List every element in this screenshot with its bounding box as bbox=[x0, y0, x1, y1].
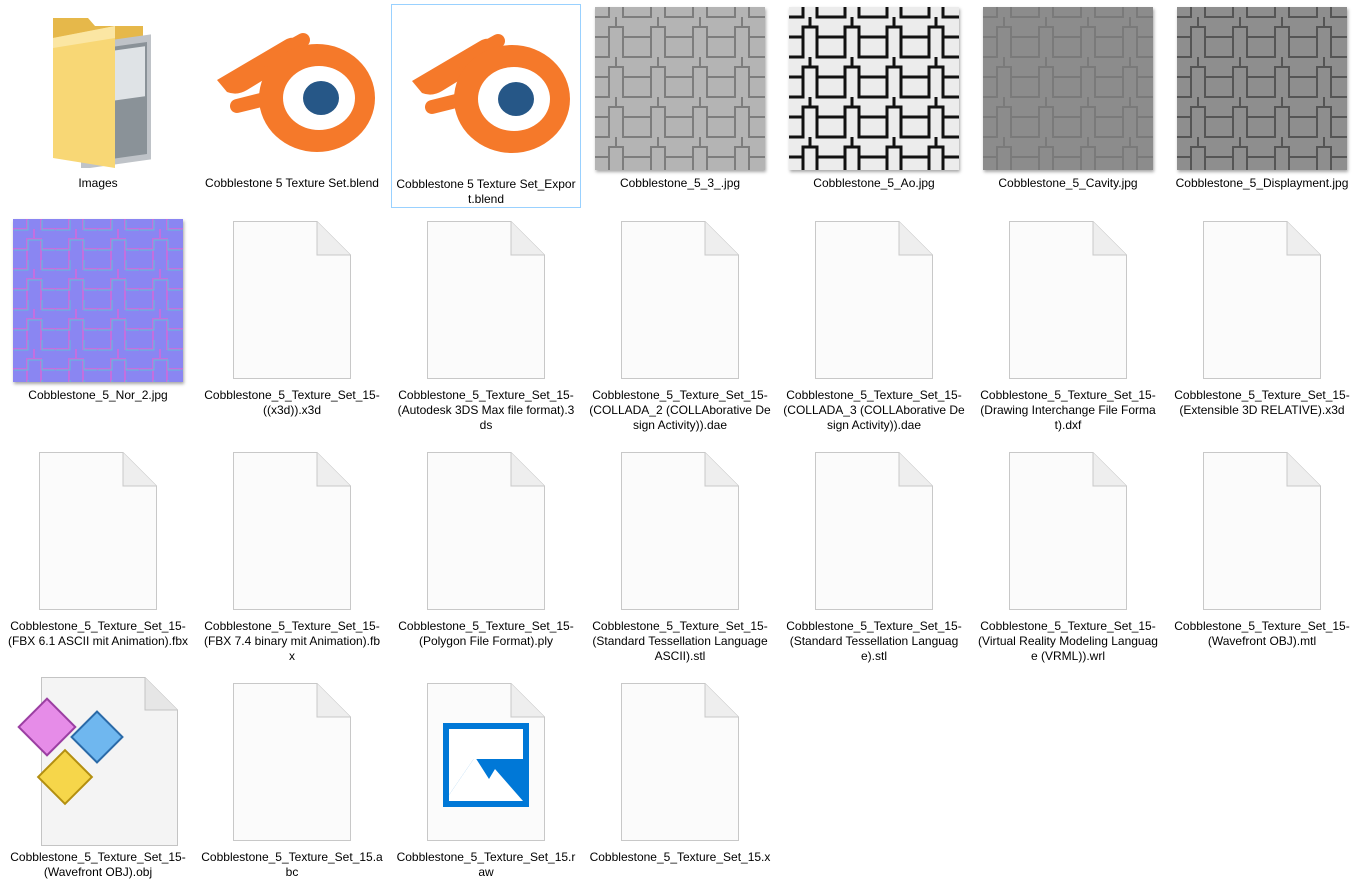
file-name-label: Cobblestone_5_Texture_Set_15-(COLLADA_2 … bbox=[589, 388, 771, 432]
file-name-label: Cobblestone 5 Texture Set_Export.blend bbox=[396, 177, 576, 206]
file-name-label: Cobblestone_5_Texture_Set_15-(Wavefront … bbox=[1174, 619, 1350, 648]
file-name-label: Cobblestone_5_Texture_Set_15-((x3d)).x3d bbox=[204, 388, 380, 417]
texture-cavity-thumbnail bbox=[973, 4, 1163, 172]
texture-normal-thumbnail bbox=[3, 216, 193, 384]
file-item-abc[interactable]: Cobblestone_5_Texture_Set_15.abc bbox=[197, 678, 387, 887]
file-item-ply[interactable]: Cobblestone_5_Texture_Set_15-(Polygon Fi… bbox=[391, 447, 581, 677]
file-item-texture-normal[interactable]: Cobblestone_5_Nor_2.jpg bbox=[3, 216, 193, 446]
blank-document-icon bbox=[3, 447, 193, 615]
file-name-label: Cobblestone_5_Texture_Set_15-(Standard T… bbox=[592, 619, 768, 663]
blank-document-icon bbox=[197, 678, 387, 846]
file-name-label: Cobblestone_5_Texture_Set_15-(Standard T… bbox=[786, 619, 962, 663]
3d-object-document-icon bbox=[3, 677, 193, 846]
blank-document-icon bbox=[973, 216, 1163, 384]
file-name-label: Cobblestone_5_Texture_Set_15-(Wavefront … bbox=[10, 850, 186, 879]
file-name-label: Cobblestone_5_Texture_Set_15-(FBX 7.4 bi… bbox=[203, 619, 381, 663]
file-name-label: Cobblestone_5_Cavity.jpg bbox=[998, 176, 1138, 190]
blank-document-icon bbox=[197, 216, 387, 384]
file-item-texture-color[interactable]: Cobblestone_5_3_.jpg bbox=[585, 4, 775, 234]
file-item-texture-displacement[interactable]: Cobblestone_5_Displayment.jpg bbox=[1167, 4, 1357, 234]
folder-icon bbox=[3, 4, 193, 172]
file-item-raw[interactable]: Cobblestone_5_Texture_Set_15.raw bbox=[391, 678, 581, 887]
file-item-dae-3[interactable]: Cobblestone_5_Texture_Set_15-(COLLADA_3 … bbox=[779, 216, 969, 446]
file-name-label: Cobblestone_5_Displayment.jpg bbox=[1175, 176, 1349, 190]
texture-displacement-thumbnail bbox=[1167, 4, 1357, 172]
blank-document-icon bbox=[197, 447, 387, 615]
blank-document-icon bbox=[585, 216, 775, 384]
file-item-blend[interactable]: Cobblestone 5 Texture Set.blend bbox=[197, 4, 387, 234]
blender-icon bbox=[392, 5, 582, 173]
blank-document-icon bbox=[779, 447, 969, 615]
blank-document-icon bbox=[779, 216, 969, 384]
texture-ao-thumbnail bbox=[779, 4, 969, 172]
blank-document-icon bbox=[585, 678, 775, 846]
file-name-label: Cobblestone_5_Texture_Set_15.x bbox=[589, 850, 771, 864]
file-item-dxf[interactable]: Cobblestone_5_Texture_Set_15-(Drawing In… bbox=[973, 216, 1163, 446]
file-item-dae-2[interactable]: Cobblestone_5_Texture_Set_15-(COLLADA_2 … bbox=[585, 216, 775, 446]
file-item-stl[interactable]: Cobblestone_5_Texture_Set_15-(Standard T… bbox=[779, 447, 969, 677]
blank-document-icon bbox=[391, 216, 581, 384]
file-item-obj[interactable]: Cobblestone_5_Texture_Set_15-(Wavefront … bbox=[3, 677, 193, 887]
file-item-fbx-61[interactable]: Cobblestone_5_Texture_Set_15-(FBX 6.1 AS… bbox=[3, 447, 193, 677]
blank-document-icon bbox=[973, 447, 1163, 615]
file-item-x3d-relative[interactable]: Cobblestone_5_Texture_Set_15-(Extensible… bbox=[1167, 216, 1357, 446]
file-name-label: Cobblestone_5_Ao.jpg bbox=[813, 176, 935, 190]
blender-icon bbox=[197, 4, 387, 172]
file-name-label: Cobblestone 5 Texture Set.blend bbox=[205, 176, 379, 190]
file-item-mtl[interactable]: Cobblestone_5_Texture_Set_15-(Wavefront … bbox=[1167, 447, 1357, 677]
file-name-label: Cobblestone_5_Texture_Set_15-(COLLADA_3 … bbox=[783, 388, 965, 432]
blank-document-icon bbox=[1167, 216, 1357, 384]
file-name-label: Cobblestone_5_Texture_Set_15-(Virtual Re… bbox=[978, 619, 1158, 663]
blank-document-icon bbox=[391, 447, 581, 615]
file-item-stl-ascii[interactable]: Cobblestone_5_Texture_Set_15-(Standard T… bbox=[585, 447, 775, 677]
blank-document-icon bbox=[1167, 447, 1357, 615]
file-name-label: Cobblestone_5_Texture_Set_15-(FBX 6.1 AS… bbox=[7, 619, 189, 648]
file-icon-grid: Images Cobblestone 5 Texture Set.blend C… bbox=[0, 0, 1357, 887]
file-item-x3d[interactable]: Cobblestone_5_Texture_Set_15-((x3d)).x3d bbox=[197, 216, 387, 446]
image-document-icon bbox=[391, 678, 581, 846]
file-item-blend-export[interactable]: Cobblestone 5 Texture Set_Export.blend bbox=[391, 4, 581, 208]
file-name-label: Cobblestone_5_Texture_Set_15-(Extensible… bbox=[1174, 388, 1350, 417]
file-name-label: Cobblestone_5_Texture_Set_15.raw bbox=[396, 850, 576, 879]
file-item-fbx-74[interactable]: Cobblestone_5_Texture_Set_15-(FBX 7.4 bi… bbox=[197, 447, 387, 677]
file-name-label: Cobblestone_5_Nor_2.jpg bbox=[28, 388, 168, 402]
file-item-wrl[interactable]: Cobblestone_5_Texture_Set_15-(Virtual Re… bbox=[973, 447, 1163, 677]
file-name-label: Cobblestone_5_Texture_Set_15-(Drawing In… bbox=[980, 388, 1156, 432]
texture-color-thumbnail bbox=[585, 4, 775, 172]
file-name-label: Cobblestone_5_Texture_Set_15.abc bbox=[201, 850, 383, 879]
file-name-label: Cobblestone_5_Texture_Set_15-(Autodesk 3… bbox=[397, 388, 575, 432]
file-item-texture-ao[interactable]: Cobblestone_5_Ao.jpg bbox=[779, 4, 969, 234]
file-name-label: Cobblestone_5_3_.jpg bbox=[619, 176, 741, 190]
file-name-label: Cobblestone_5_Texture_Set_15-(Polygon Fi… bbox=[398, 619, 574, 648]
file-item-3ds[interactable]: Cobblestone_5_Texture_Set_15-(Autodesk 3… bbox=[391, 216, 581, 446]
file-name-label: Images bbox=[78, 176, 118, 190]
file-item-images-folder[interactable]: Images bbox=[3, 4, 193, 234]
file-item-x[interactable]: Cobblestone_5_Texture_Set_15.x bbox=[585, 678, 775, 887]
file-item-texture-cavity[interactable]: Cobblestone_5_Cavity.jpg bbox=[973, 4, 1163, 234]
blank-document-icon bbox=[585, 447, 775, 615]
